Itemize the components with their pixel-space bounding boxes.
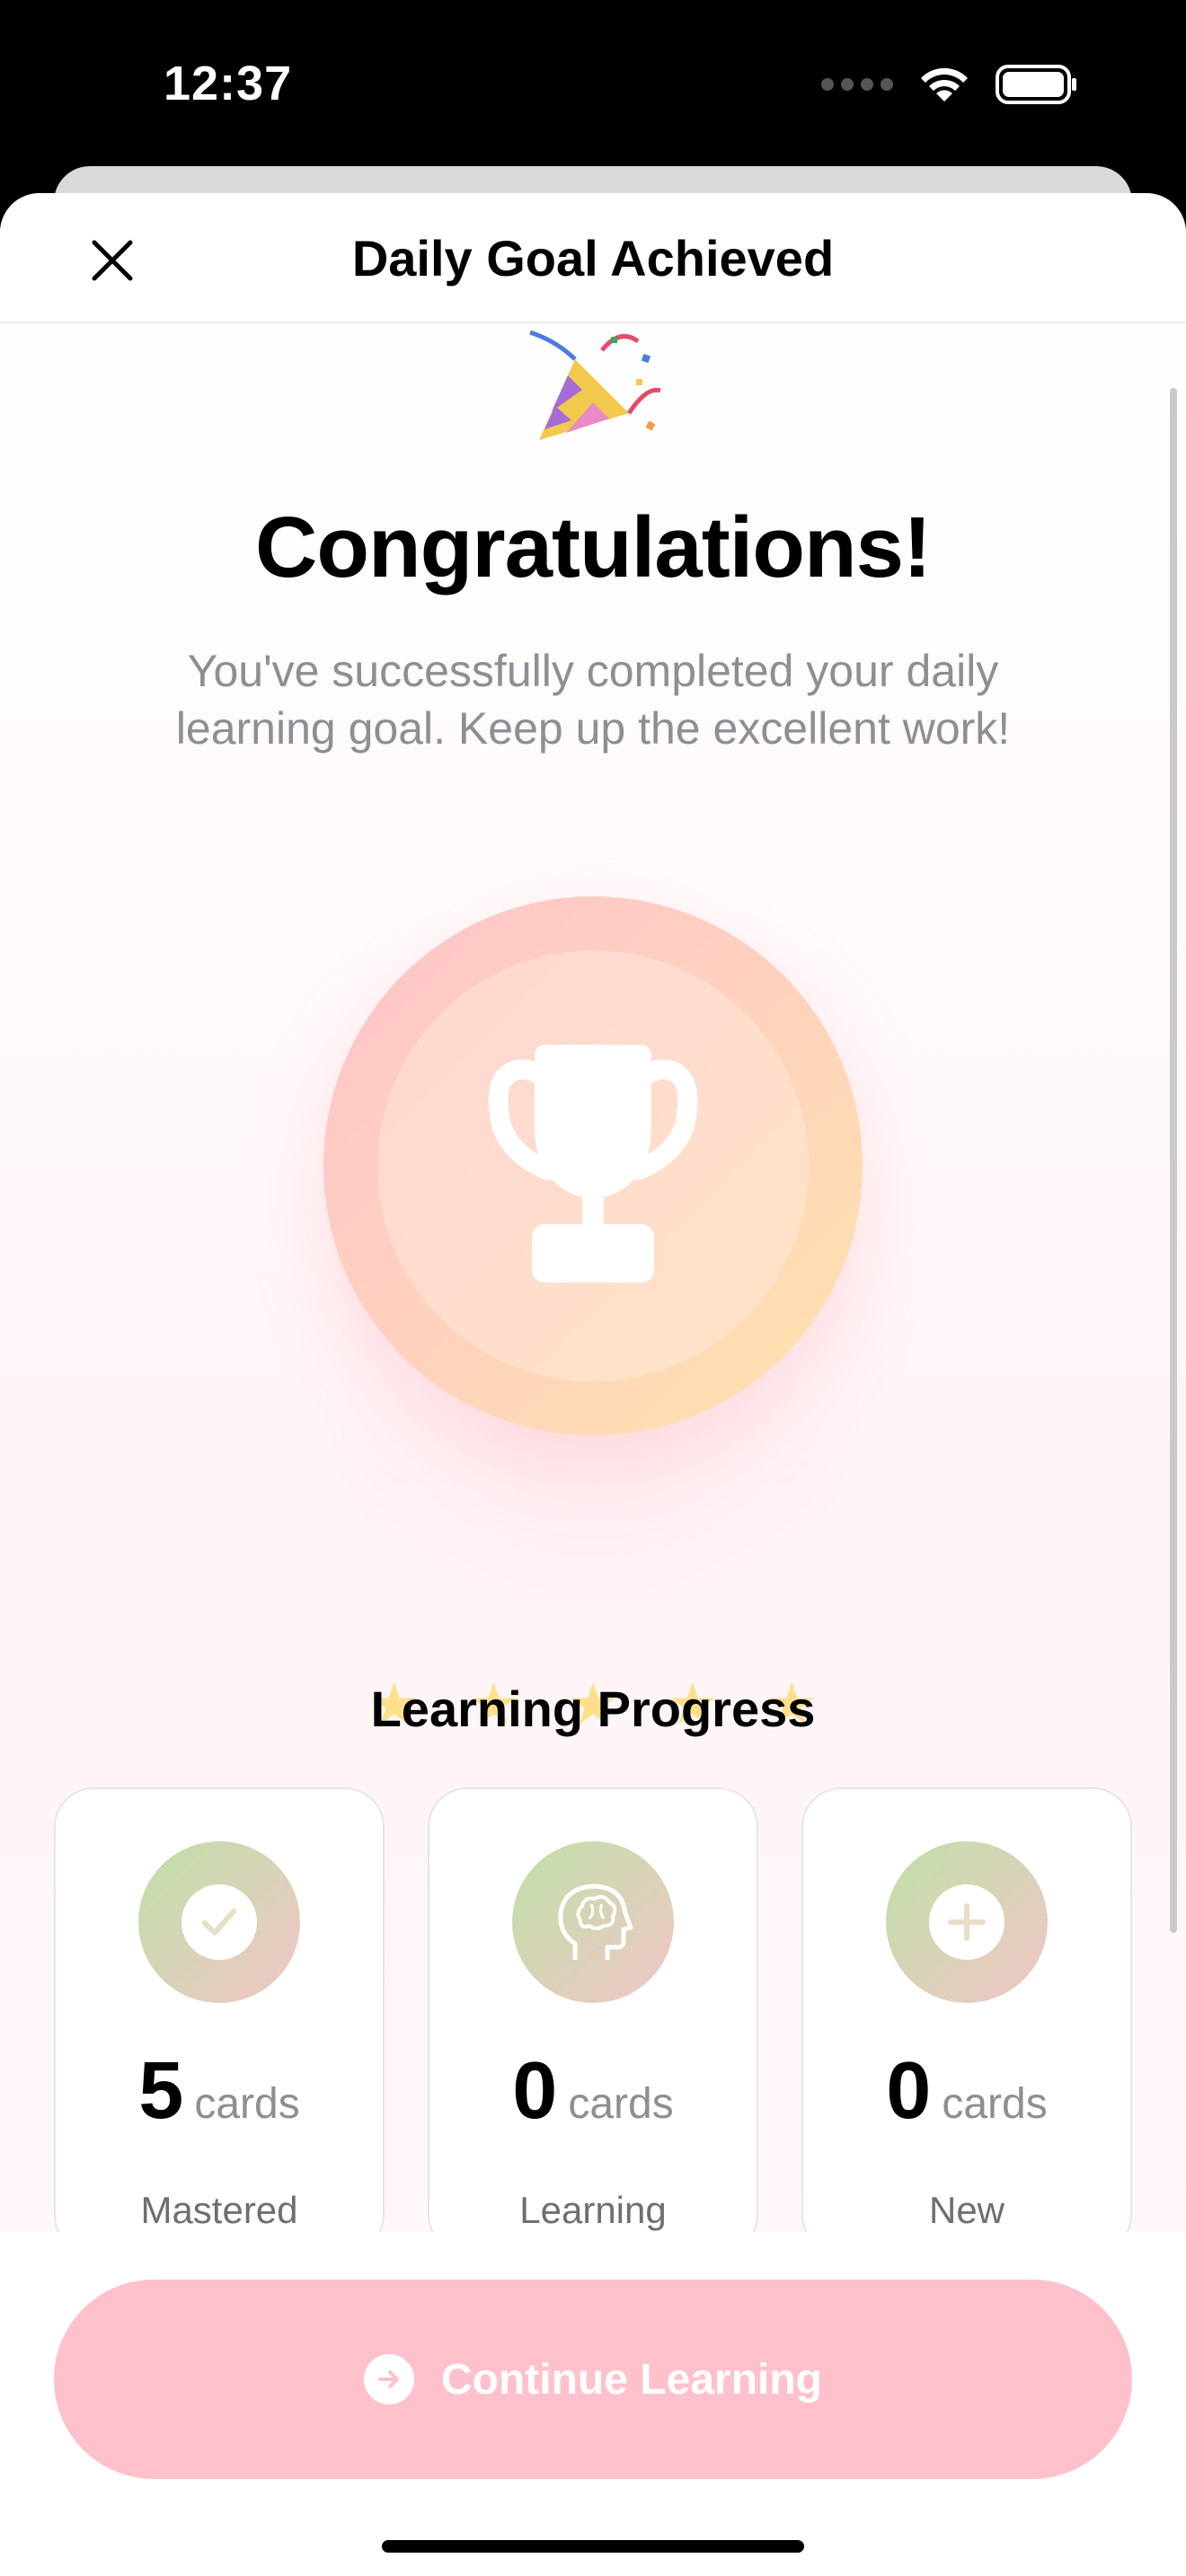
signal-icon: [821, 78, 893, 91]
congratulations-title: Congratulations!: [255, 499, 932, 595]
trophy-badge: [323, 896, 863, 1435]
status-bar: 12:37: [0, 0, 1186, 171]
brain-icon: [558, 1883, 633, 1960]
card-value: 0: [512, 2046, 558, 2136]
continue-learning-label: Continue Learning: [441, 2355, 822, 2404]
progress-cards: 5 cards Mastered 0 cards Learning 0 card…: [54, 1787, 1132, 2254]
wifi-icon: [921, 67, 968, 101]
progress-card-learning: 0 cards Learning: [428, 1787, 758, 2254]
card-unit: cards: [942, 2080, 1048, 2128]
nav-title: Daily Goal Achieved: [351, 230, 835, 287]
checkmark-icon: [181, 1884, 257, 1960]
card-value: 0: [886, 2046, 932, 2136]
arrow-right-circle-icon: [364, 2354, 414, 2404]
continue-learning-button[interactable]: Continue Learning: [54, 2280, 1132, 2479]
progress-card-new: 0 cards New: [801, 1787, 1132, 2254]
home-indicator[interactable]: [382, 2540, 804, 2553]
card-label: New: [928, 2189, 1005, 2231]
card-value: 5: [138, 2046, 184, 2136]
card-icon-container: [886, 1841, 1048, 2003]
card-value-row: 0 cards: [803, 2045, 1130, 2138]
status-time: 12:37: [164, 57, 293, 110]
modal-sheet: Daily Goal Achieved Congratulations! You…: [0, 193, 1186, 2576]
card-label: Mastered: [140, 2189, 298, 2231]
card-unit: cards: [568, 2080, 674, 2128]
card-icon-container: [138, 1841, 300, 2003]
party-popper-icon: [529, 330, 661, 440]
card-icon-container: [512, 1841, 674, 2003]
card-value-row: 5 cards: [56, 2045, 383, 2138]
congratulations-subtitle: You've successfully completed your daily…: [175, 646, 1011, 754]
card-label: Learning: [519, 2189, 667, 2231]
nav-bar: Daily Goal Achieved: [0, 193, 1186, 323]
battery-icon: [996, 65, 1076, 104]
progress-card-mastered: 5 cards Mastered: [54, 1787, 385, 2254]
plus-icon: [929, 1884, 1005, 1960]
section-title-learning-progress: Learning Progress: [370, 1681, 816, 1737]
trophy-icon: [488, 1045, 698, 1283]
status-icons: [821, 65, 1078, 104]
card-value-row: 0 cards: [429, 2045, 757, 2138]
card-unit: cards: [194, 2080, 300, 2128]
